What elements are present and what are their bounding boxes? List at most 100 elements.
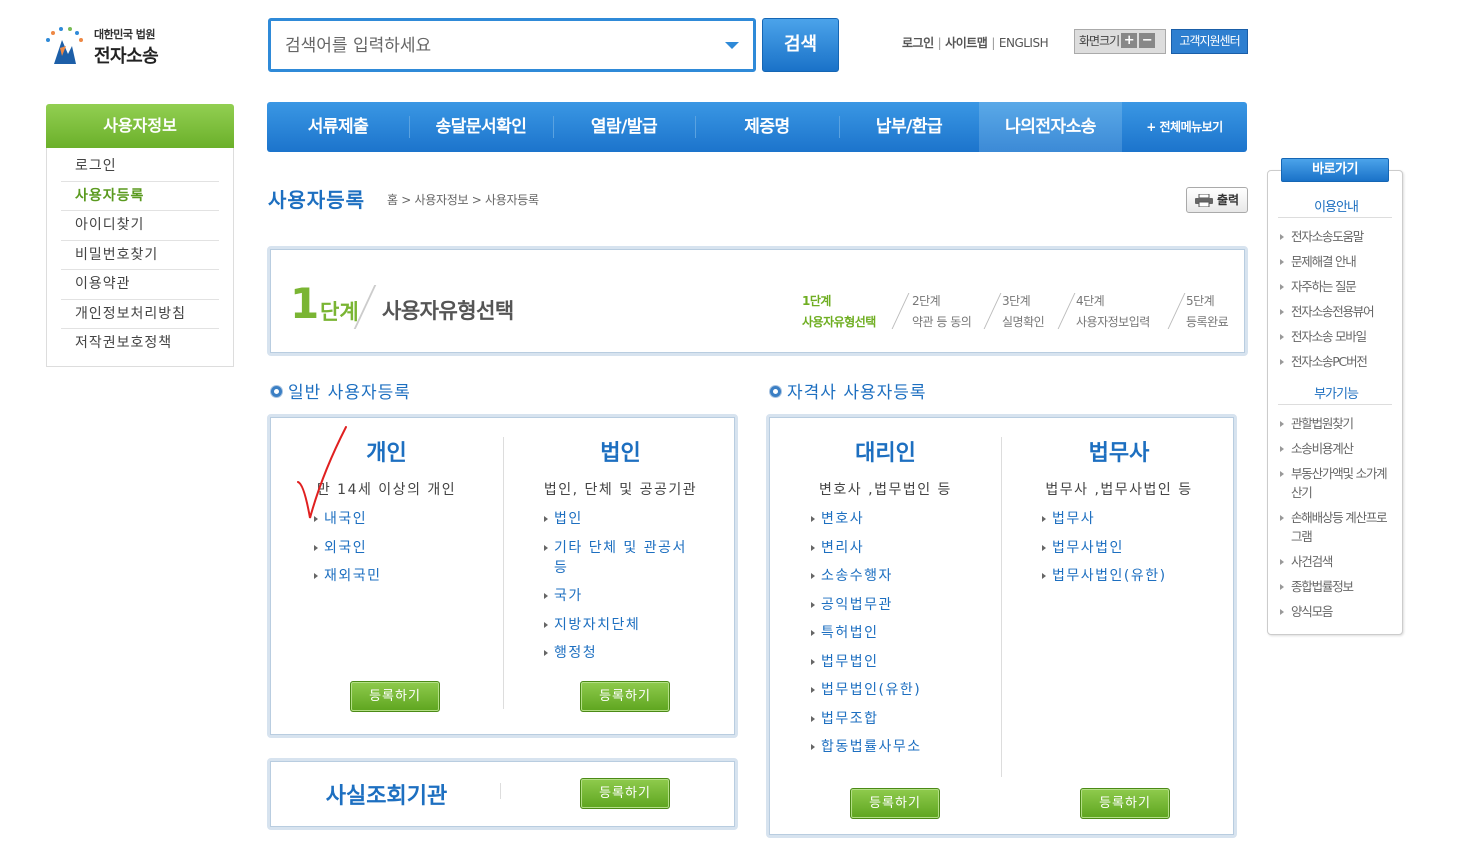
judicial-scrivener-column: 법무사 법무사 ,법무사법인 등 법무사 법무사법인 법무사법인(유한) (1002, 435, 1236, 595)
main-nav: 서류제출 송달문서확인 열람/발급 제증명 납부/환급 나의전자소송 + 전체메… (267, 102, 1247, 152)
corporate-desc: 법인, 단체 및 공공기관 (543, 482, 698, 498)
quick-cost-calc[interactable]: 소송비용계산 (1280, 439, 1396, 458)
judicial-scrivener-title: 법무사 (1088, 441, 1150, 466)
fact-finding-panel: 사실조회기관 등록하기 (267, 758, 738, 830)
quick-case-search[interactable]: 사건검색 (1280, 552, 1396, 571)
sidebar-item-find-password[interactable]: 비밀번호찾기 (61, 241, 219, 270)
quick-links-title: 바로가기 (1281, 158, 1389, 182)
top-links: 로그인 | 사이트맵 | ENGLISH (902, 36, 1049, 50)
link-judicial-scrivener-corp-limited[interactable]: 법무사법인(유한) (1042, 566, 1236, 586)
nav-delivery-check[interactable]: 송달문서확인 (409, 102, 553, 152)
nav-my-ecourt[interactable]: 나의전자소송 (979, 102, 1122, 152)
step-1: 1단계 사용자유형선택 (802, 294, 876, 329)
corporate-register-button[interactable]: 등록하기 (580, 681, 670, 712)
sitemap-link[interactable]: 사이트맵 (945, 36, 988, 50)
individual-register-button[interactable]: 등록하기 (350, 681, 440, 712)
general-registration-title: 일반 사용자등록 (271, 378, 411, 403)
court-logo-icon (46, 27, 83, 64)
individual-title: 개인 (366, 441, 407, 466)
search-box (268, 18, 756, 72)
print-button[interactable]: 출력 (1186, 187, 1248, 213)
link-litigation-performer[interactable]: 소송수행자 (811, 566, 1002, 586)
quick-find-court[interactable]: 관할법원찾기 (1280, 414, 1396, 433)
step-3: 3단계 실명확인 (1002, 294, 1045, 329)
nav-all-menu[interactable]: + 전체메뉴보기 (1122, 102, 1247, 152)
nav-payment-refund[interactable]: 납부/환급 (839, 102, 979, 152)
link-state[interactable]: 국가 (544, 586, 704, 606)
link-foreigner[interactable]: 외국인 (314, 538, 503, 558)
link-other-organization[interactable]: 기타 단체 및 관공서 등 (544, 538, 704, 578)
quick-forms[interactable]: 양식모음 (1280, 602, 1396, 621)
sidebar-title: 사용자정보 (46, 104, 234, 148)
link-law-partnership[interactable]: 법무조합 (811, 709, 1002, 729)
judicial-scrivener-desc: 법무사 ,법무사법인 등 (1045, 482, 1193, 498)
quick-mobile[interactable]: 전자소송 모바일 (1280, 327, 1373, 346)
link-local-government[interactable]: 지방자치단체 (544, 615, 704, 635)
sidebar-item-register[interactable]: 사용자등록 (61, 182, 219, 211)
quick-help[interactable]: 전자소송도움말 (1280, 227, 1373, 246)
agent-title: 대리인 (855, 441, 916, 466)
general-panel: 개인 만 14세 이상의 개인 내국인 외국인 재외국민 등록하기 법인 법인,… (267, 414, 738, 738)
quick-viewer[interactable]: 전자소송전용뷰어 (1280, 302, 1375, 321)
quick-troubleshoot[interactable]: 문제해결 안내 (1280, 252, 1373, 271)
support-center-button[interactable]: 고객지원센터 (1171, 29, 1248, 54)
quick-property-calc[interactable]: 부동산가액및 소가계산기 (1280, 464, 1396, 502)
link-corporation[interactable]: 법인 (544, 509, 704, 529)
judicial-scrivener-register-button[interactable]: 등록하기 (1080, 788, 1170, 819)
printer-icon (1195, 194, 1213, 207)
search-dropdown-icon[interactable] (725, 42, 739, 49)
link-law-firm[interactable]: 법무법인 (811, 652, 1002, 672)
step-indicator: 1 단계 사용자유형선택 1단계 사용자유형선택 2단계 약관 등 동의 3단계 실명… (267, 246, 1248, 356)
bullet-icon (770, 386, 781, 397)
print-label: 출력 (1217, 193, 1240, 207)
sidebar-menu: 로그인 사용자등록 아이디찾기 비밀번호찾기 이용약관 개인정보처리방침 저작권… (46, 148, 234, 367)
link-overseas-korean[interactable]: 재외국민 (314, 566, 503, 586)
usage-guide-title: 이용안내 (1314, 200, 1359, 215)
breadcrumb: 홈 > 사용자정보 > 사용자등록 (387, 193, 539, 207)
zoom-out-button[interactable]: − (1139, 33, 1156, 48)
link-law-firm-limited[interactable]: 법무법인(유한) (811, 680, 1002, 700)
link-lawyer[interactable]: 변호사 (811, 509, 1002, 529)
quick-faq[interactable]: 자주하는 질문 (1280, 277, 1373, 296)
link-patent-attorney[interactable]: 변리사 (811, 538, 1002, 558)
sidebar-item-login[interactable]: 로그인 (61, 152, 219, 182)
link-joint-law-office[interactable]: 합동법률사무소 (811, 737, 1002, 757)
quick-damages-calc[interactable]: 손해배상등 계산프로그램 (1280, 508, 1396, 546)
step-5: 5단계 등록완료 (1186, 294, 1229, 329)
quick-legal-info[interactable]: 종합법률정보 (1280, 577, 1396, 596)
link-judicial-scrivener-corp[interactable]: 법무사법인 (1042, 538, 1236, 558)
search-button[interactable]: 검색 (762, 18, 839, 72)
extra-functions-title: 부가기능 (1314, 387, 1359, 402)
zoom-in-button[interactable]: + (1121, 33, 1138, 48)
sidebar-item-find-id[interactable]: 아이디찾기 (61, 211, 219, 241)
page-title: 사용자등록 (268, 188, 365, 212)
search-input[interactable] (285, 33, 705, 59)
link-patent-firm[interactable]: 특허법인 (811, 623, 1002, 643)
step-4: 4단계 사용자정보입력 (1076, 294, 1150, 329)
step-label: 단계 (320, 300, 359, 324)
site-logo[interactable]: 대한민국 법원 전자소송 (42, 22, 182, 70)
link-korean-national[interactable]: 내국인 (314, 509, 503, 529)
login-link[interactable]: 로그인 (902, 36, 934, 50)
link-judicial-scrivener[interactable]: 법무사 (1042, 509, 1236, 529)
sidebar-item-copyright[interactable]: 저작권보호정책 (61, 329, 219, 359)
sidebar-item-privacy[interactable]: 개인정보처리방침 (61, 300, 219, 329)
fact-finding-register-button[interactable]: 등록하기 (580, 778, 670, 809)
nav-certificates[interactable]: 제증명 (695, 102, 839, 152)
nav-view-issue[interactable]: 열람/발급 (553, 102, 695, 152)
professional-panel: 대리인 변호사 ,법무법인 등 변호사 변리사 소송수행자 공익법무관 특허법인… (766, 414, 1237, 838)
quick-pc-version[interactable]: 전자소송PC버전 (1280, 352, 1373, 371)
english-link[interactable]: ENGLISH (999, 36, 1049, 50)
font-size-label: 화면크기 (1079, 34, 1120, 48)
bullet-icon (271, 386, 282, 397)
corporate-column: 법인 법인, 단체 및 공공기관 법인 기타 단체 및 관공서 등 국가 지방자… (504, 435, 737, 672)
corporate-title: 법인 (600, 441, 641, 466)
quick-links-panel: 이용안내 전자소송도움말 문제해결 안내 자주하는 질문 전자소송전용뷰어 전자… (1267, 170, 1403, 635)
step-2: 2단계 약관 등 동의 (912, 294, 972, 329)
link-administrative-agency[interactable]: 행정청 (544, 643, 704, 663)
link-public-legal-officer[interactable]: 공익법무관 (811, 595, 1002, 615)
nav-document-submission[interactable]: 서류제출 (267, 102, 409, 152)
agent-column: 대리인 변호사 ,법무법인 등 변호사 변리사 소송수행자 공익법무관 특허법인… (769, 435, 1002, 766)
agent-register-button[interactable]: 등록하기 (850, 788, 940, 819)
sidebar-item-terms[interactable]: 이용약관 (61, 270, 219, 300)
